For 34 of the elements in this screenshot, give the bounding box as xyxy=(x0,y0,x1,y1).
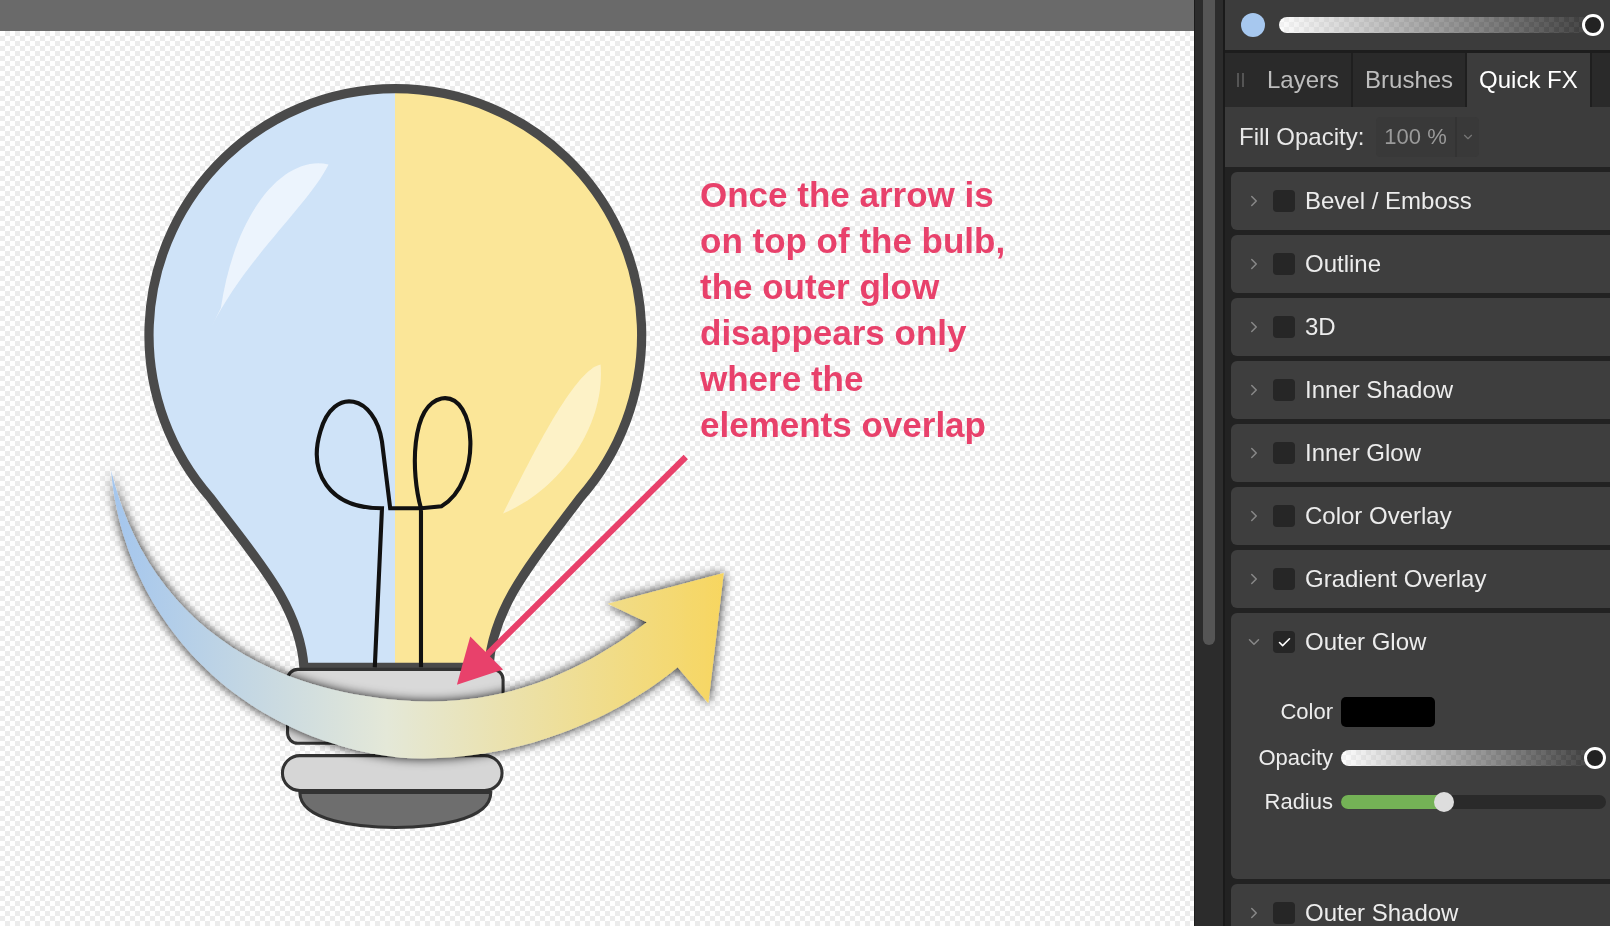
effect-label: Outer Shadow xyxy=(1305,899,1459,926)
color-dot[interactable] xyxy=(1241,13,1265,37)
checkbox[interactable] xyxy=(1273,253,1295,275)
scrollbar[interactable] xyxy=(1203,0,1215,645)
checkbox[interactable] xyxy=(1273,505,1295,527)
checkbox[interactable] xyxy=(1273,316,1295,338)
color-swatch[interactable] xyxy=(1341,697,1435,727)
checkbox[interactable] xyxy=(1273,568,1295,590)
slider-thumb[interactable] xyxy=(1584,747,1606,769)
setting-label: Opacity xyxy=(1257,745,1333,771)
checkbox[interactable] xyxy=(1273,190,1295,212)
checkbox[interactable] xyxy=(1273,902,1295,924)
opacity-slider[interactable] xyxy=(1279,14,1604,36)
checkbox[interactable] xyxy=(1273,442,1295,464)
effect-label: 3D xyxy=(1305,313,1336,341)
effect-label: Inner Glow xyxy=(1305,439,1422,467)
slider-track[interactable] xyxy=(1341,795,1606,809)
effect-label: Outer Glow xyxy=(1305,628,1427,656)
effect-label: Bevel / Emboss xyxy=(1305,187,1472,215)
effect-label: Inner Shadow xyxy=(1305,376,1454,404)
effect-label: Color Overlay xyxy=(1305,502,1452,530)
panel-tab[interactable]: Quick FX xyxy=(1467,53,1592,107)
setting-label: Radius xyxy=(1263,789,1333,815)
checkbox[interactable] xyxy=(1273,379,1295,401)
annotation-text: Once the arrow is on top of the bulb, the outer glow disappears only where the elements overlap xyxy=(700,174,1006,446)
opacity-slider[interactable] xyxy=(1341,747,1606,769)
checkbox[interactable] xyxy=(1273,631,1295,653)
fill-opacity-field[interactable]: 100 % xyxy=(1376,117,1479,157)
fill-opacity-label: Fill Opacity: xyxy=(1239,123,1365,151)
slider-thumb[interactable] xyxy=(1582,14,1604,36)
setting-label: Color xyxy=(1279,699,1333,725)
effect-label: Gradient Overlay xyxy=(1305,565,1487,593)
effect-label: Outline xyxy=(1305,250,1382,278)
slider-thumb[interactable] xyxy=(1434,792,1455,812)
